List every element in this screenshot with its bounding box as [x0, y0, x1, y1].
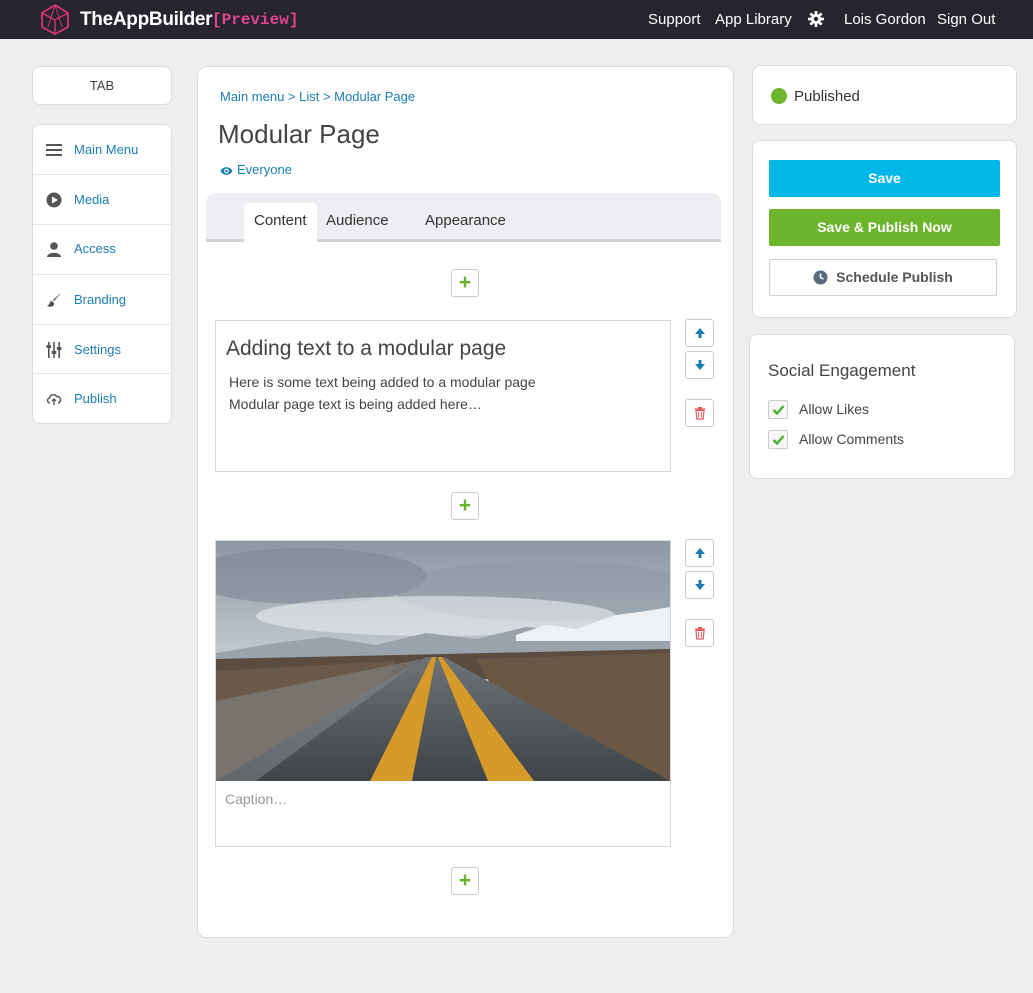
play-icon — [46, 192, 62, 208]
sidebar-item-media[interactable]: Media — [33, 175, 171, 225]
breadcrumb[interactable]: Main menu > List > Modular Page — [220, 89, 415, 104]
audience-label: Everyone — [237, 162, 292, 177]
sidebar-item-label: Media — [74, 192, 110, 207]
checkmark-icon — [772, 435, 785, 446]
allow-likes-checkbox[interactable] — [768, 400, 788, 419]
schedule-publish-button[interactable]: Schedule Publish — [769, 259, 997, 296]
user-name-link[interactable]: Lois Gordon — [844, 11, 926, 28]
plus-icon: + — [458, 869, 472, 892]
support-link[interactable]: Support — [648, 11, 701, 28]
add-module-button[interactable]: + — [451, 867, 479, 895]
schedule-publish-label: Schedule Publish — [836, 269, 953, 285]
save-button[interactable]: Save — [769, 160, 1000, 197]
app-builder-logo-icon[interactable] — [40, 4, 70, 35]
eye-icon — [220, 167, 233, 175]
brush-icon — [47, 293, 61, 307]
sidebar-item-label: Branding — [74, 292, 127, 307]
clock-icon — [813, 270, 828, 285]
editor-tabs: Content Audience Appearance — [206, 193, 721, 242]
sidebar-item-label: Access — [74, 241, 116, 256]
text-module[interactable]: Adding text to a modular page Here is so… — [215, 320, 671, 472]
tab-audience[interactable]: Audience — [316, 203, 399, 242]
sign-out-link[interactable]: Sign Out — [937, 11, 995, 28]
sidebar-menu: Main Menu Media Access Branding Settings… — [32, 124, 172, 424]
image-module[interactable]: Caption… — [215, 540, 671, 847]
social-engagement-title: Social Engagement — [768, 361, 916, 380]
page-title: Modular Page — [218, 119, 380, 149]
arrow-up-icon — [695, 548, 705, 558]
add-module-button[interactable]: + — [451, 492, 479, 520]
arrow-down-icon — [695, 580, 705, 590]
sidebar-item-main-menu[interactable]: Main Menu — [33, 125, 171, 175]
text-module-line[interactable]: Modular page text is being added here… — [229, 396, 482, 412]
delete-module-button[interactable] — [685, 399, 714, 427]
audience-link[interactable]: Everyone — [220, 162, 292, 177]
sidebar-item-label: Settings — [74, 342, 121, 357]
sidebar-item-publish[interactable]: Publish — [33, 374, 171, 423]
sidebar-item-access[interactable]: Access — [33, 224, 171, 275]
checkmark-icon — [772, 405, 785, 416]
cloud-upload-icon — [46, 394, 62, 405]
menu-icon — [46, 144, 62, 156]
tab-content[interactable]: Content — [244, 203, 317, 242]
plus-icon: + — [458, 271, 472, 294]
publish-status-card: Published — [752, 65, 1017, 125]
text-module-line[interactable]: Here is some text being added to a modul… — [229, 374, 536, 390]
top-bar: TheAppBuilder [Preview] Support App Libr… — [0, 0, 1033, 39]
tab-type-label: TAB — [32, 66, 172, 105]
user-icon — [47, 242, 61, 257]
sidebar-item-branding[interactable]: Branding — [33, 275, 171, 325]
delete-module-button[interactable] — [685, 619, 714, 647]
move-down-button[interactable] — [685, 571, 714, 599]
sidebar-item-label: Publish — [74, 391, 117, 406]
gear-icon[interactable] — [808, 11, 824, 27]
text-module-heading[interactable]: Adding text to a modular page — [226, 337, 506, 361]
plus-icon: + — [458, 494, 472, 517]
brand-name[interactable]: TheAppBuilder — [80, 9, 213, 31]
road-photo-image[interactable] — [216, 541, 670, 781]
social-engagement-card: Social Engagement Allow Likes Allow Comm… — [749, 334, 1015, 479]
status-dot-icon — [771, 88, 787, 104]
allow-comments-label: Allow Comments — [799, 431, 905, 447]
move-up-button[interactable] — [685, 319, 714, 347]
add-module-button[interactable]: + — [451, 269, 479, 297]
app-library-link[interactable]: App Library — [715, 11, 792, 28]
trash-icon — [695, 407, 705, 420]
page-editor-card: Main menu > List > Modular Page Modular … — [197, 66, 734, 938]
allow-likes-label: Allow Likes — [799, 401, 870, 417]
tab-appearance[interactable]: Appearance — [415, 203, 516, 242]
move-up-button[interactable] — [685, 539, 714, 567]
allow-comments-checkbox[interactable] — [768, 430, 788, 449]
sidebar-item-settings[interactable]: Settings — [33, 325, 171, 374]
actions-card: Save Save & Publish Now Schedule Publish — [752, 140, 1017, 318]
arrow-down-icon — [695, 360, 705, 370]
status-badge: Published — [794, 88, 860, 105]
move-down-button[interactable] — [685, 351, 714, 379]
arrow-up-icon — [695, 328, 705, 338]
caption-input[interactable]: Caption… — [225, 791, 287, 807]
trash-icon — [695, 627, 705, 640]
preview-label: [Preview] — [212, 11, 299, 29]
sidebar-item-label: Main Menu — [74, 142, 139, 157]
save-publish-now-button[interactable]: Save & Publish Now — [769, 209, 1000, 246]
sliders-icon — [46, 342, 62, 358]
